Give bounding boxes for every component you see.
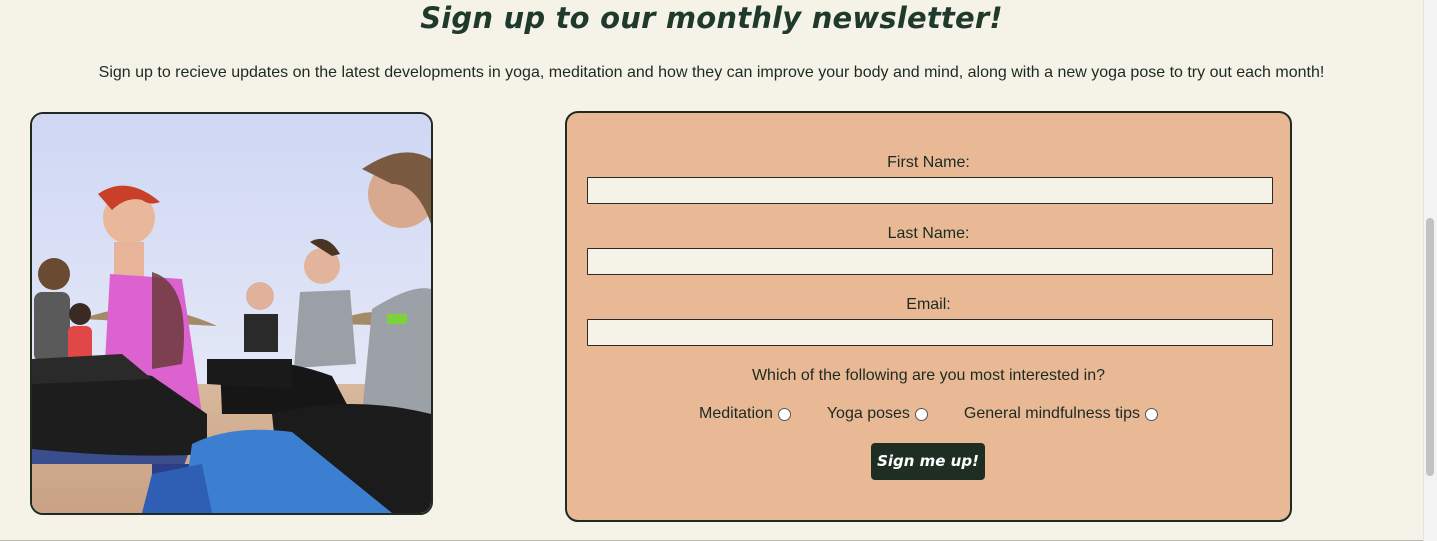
option-meditation[interactable]: Meditation (699, 404, 791, 424)
last-name-label: Last Name: (887, 225, 970, 242)
interest-options: Meditation Yoga poses General mindfulnes… (567, 404, 1290, 424)
first-name-field[interactable] (587, 177, 1273, 204)
newsletter-description: Sign up to recieve updates on the latest… (98, 64, 1325, 81)
scrollbar-thumb[interactable] (1426, 218, 1434, 476)
mindfulness-tips-radio[interactable] (1144, 407, 1158, 421)
option-yoga-poses-label: Yoga poses (826, 405, 910, 422)
first-name-label: First Name: (887, 154, 970, 171)
interest-question: Which of the following are you most inte… (751, 367, 1106, 384)
email-field[interactable] (587, 319, 1273, 346)
sign-up-button[interactable]: Sign me up! (871, 443, 985, 480)
email-label: Email: (906, 296, 951, 313)
yoga-poses-radio[interactable] (914, 407, 928, 421)
newsletter-title: Sign up to our monthly newsletter! (420, 1, 1003, 35)
option-mindfulness-tips[interactable]: General mindfulness tips (964, 404, 1158, 424)
yoga-class-photo (30, 112, 433, 515)
scrollbar[interactable] (1423, 0, 1437, 541)
newsletter-form: First Name: Last Name: Email: Which of t… (565, 111, 1292, 522)
last-name-field[interactable] (587, 248, 1273, 275)
option-yoga-poses[interactable]: Yoga poses (827, 404, 928, 424)
option-meditation-label: Meditation (699, 405, 773, 422)
option-mindfulness-tips-label: General mindfulness tips (963, 405, 1140, 422)
meditation-radio[interactable] (777, 407, 791, 421)
